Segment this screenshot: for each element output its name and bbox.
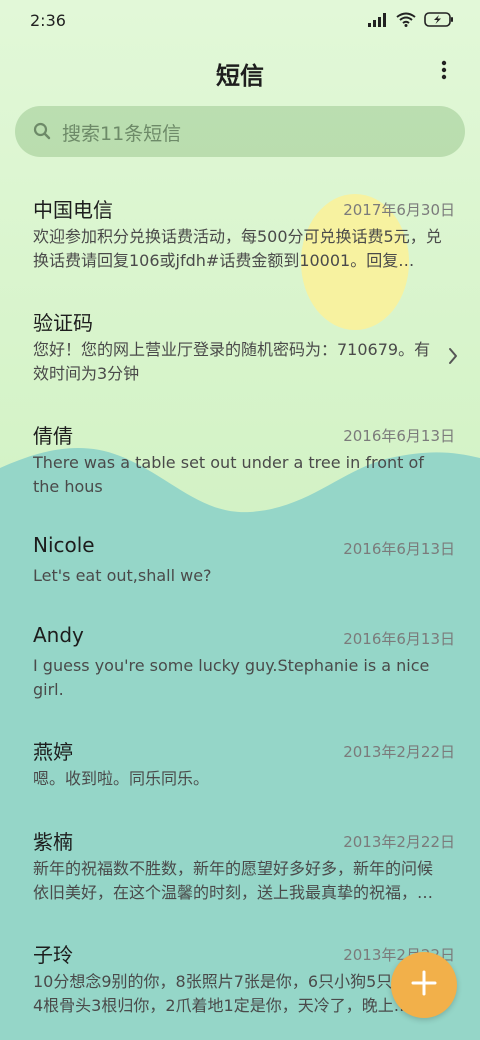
message-preview: 嗯。收到啦。同乐同乐。: [33, 769, 210, 788]
conversation-item[interactable]: 倩倩 2016年6月13日 There was a table set out …: [0, 402, 480, 512]
app-header: 短信: [0, 42, 480, 102]
conversation-item[interactable]: 验证码 您好！您的网上营业厅登录的随机密码为：710679。有效时间为3分钟: [0, 289, 480, 399]
wifi-icon: [396, 12, 416, 31]
message-date: 2016年6月13日: [343, 540, 455, 558]
message-preview: 10分想念9别的你，8张照片7张是你，6只小狗5只是你，4根骨头3根归你，2爪着…: [33, 972, 441, 1015]
message-date: 2013年2月22日: [343, 833, 455, 851]
plus-icon: [409, 968, 439, 1002]
message-preview: 新年的祝福数不胜数，新年的愿望好多好多，新年的问候依旧美好，在这个温馨的时刻，送…: [33, 859, 434, 902]
message-preview: There was a table set out under a tree i…: [33, 453, 424, 496]
contact-name: Nicole: [33, 533, 95, 557]
chevron-right-icon[interactable]: [448, 347, 458, 369]
status-time: 2:36: [30, 11, 66, 30]
contact-name: 倩倩: [33, 424, 73, 448]
message-preview: I guess you're some lucky guy.Stephanie …: [33, 656, 430, 699]
contact-name: Andy: [33, 623, 84, 647]
contact-name: 燕婷: [33, 740, 73, 764]
status-icons: [368, 12, 454, 31]
message-date: 2017年6月30日: [343, 201, 455, 219]
contact-name: 中国电信: [33, 198, 113, 222]
conversation-item[interactable]: 紫楠 2013年2月22日 新年的祝福数不胜数，新年的愿望好多好多，新年的问候依…: [0, 808, 480, 918]
message-date: 2016年6月13日: [343, 427, 455, 445]
contact-name: 紫楠: [33, 830, 73, 854]
search-icon: [33, 122, 51, 144]
battery-charging-icon: [424, 12, 454, 31]
conversation-item[interactable]: 中国电信 2017年6月30日 欢迎参加积分兑换话费活动，每500分可兑换话费5…: [0, 176, 480, 286]
message-preview: Let's eat out,shall we?: [33, 566, 212, 585]
message-date: 2013年2月22日: [343, 743, 455, 761]
contact-name: 验证码: [33, 311, 93, 335]
message-preview: 欢迎参加积分兑换话费活动，每500分可兑换话费5元，兑换话费请回复106或jfd…: [33, 227, 442, 270]
search-input[interactable]: 搜索11条短信: [15, 106, 465, 157]
contact-name: 子玲: [33, 943, 73, 967]
search-placeholder: 搜索11条短信: [62, 123, 182, 145]
message-preview: 您好！您的网上营业厅登录的随机密码为：710679。有效时间为3分钟: [33, 340, 431, 383]
status-bar: 2:36: [0, 0, 480, 42]
more-vertical-icon: [441, 60, 447, 84]
conversation-item[interactable]: Andy 2016年6月13日 I guess you're some luck…: [0, 605, 480, 715]
more-options-button[interactable]: [430, 58, 458, 86]
page-title: 短信: [216, 62, 264, 90]
signal-icon: [368, 12, 388, 31]
new-message-button[interactable]: [391, 952, 457, 1018]
message-date: 2016年6月13日: [343, 630, 455, 648]
